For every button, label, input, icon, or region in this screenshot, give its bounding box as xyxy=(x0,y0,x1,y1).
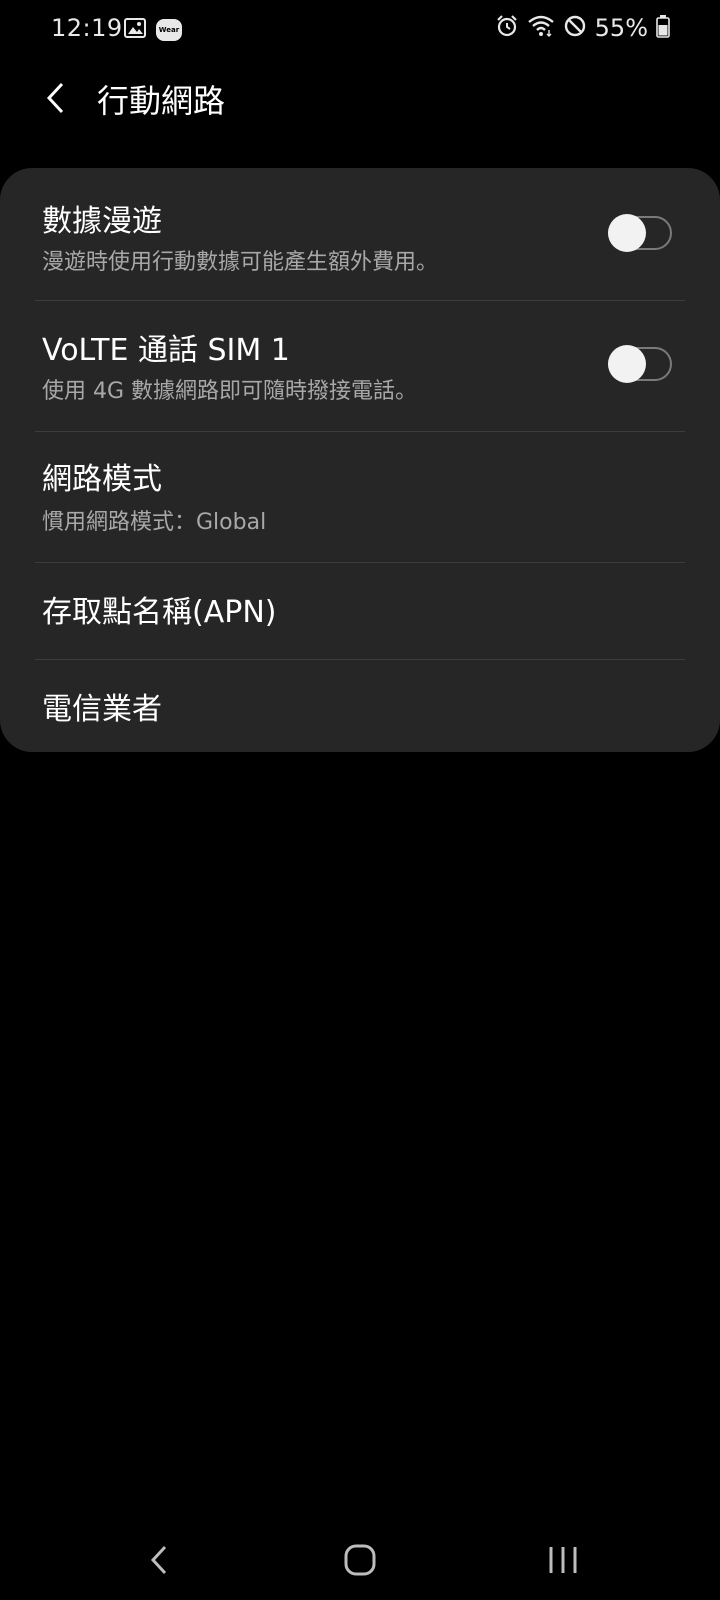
apn-title: 存取點名稱(APN) xyxy=(42,595,277,630)
nav-home-button[interactable] xyxy=(340,1540,380,1580)
apn-row[interactable]: 存取點名稱(APN) xyxy=(0,563,720,659)
volte-subtitle: 使用 4G 數據網路即可隨時撥接電話。 xyxy=(42,379,418,404)
navigation-bar xyxy=(0,1520,720,1600)
status-notification-icons: Wear xyxy=(124,18,182,42)
image-notification-icon xyxy=(124,18,146,42)
nav-back-icon xyxy=(150,1545,167,1575)
chevron-left-icon xyxy=(46,82,64,114)
status-time: 12:19 xyxy=(51,14,123,42)
carrier-row[interactable]: 電信業者 xyxy=(0,660,720,752)
data-roaming-subtitle: 漫遊時使用行動數據可能產生額外費用。 xyxy=(42,250,439,275)
toggle-knob xyxy=(608,345,646,383)
status-bar: 12:19 Wear 55% xyxy=(0,0,720,62)
wear-notification-icon: Wear xyxy=(156,19,182,41)
nav-recents-icon xyxy=(549,1547,577,1573)
data-roaming-toggle[interactable] xyxy=(608,214,672,252)
battery-level: 55% xyxy=(594,14,648,42)
network-mode-subtitle: 慣用網路模式：Global xyxy=(42,510,267,535)
volte-title: VoLTE 通話 SIM 1 xyxy=(42,333,290,368)
data-roaming-row[interactable]: 數據漫遊 漫遊時使用行動數據可能產生額外費用。 xyxy=(0,168,720,300)
status-system-icons: 55% xyxy=(495,14,670,42)
alarm-icon xyxy=(495,14,519,42)
network-mode-row[interactable]: 網路模式 慣用網路模式：Global xyxy=(0,432,720,562)
nav-recents-button[interactable] xyxy=(543,1540,583,1580)
volte-row[interactable]: VoLTE 通話 SIM 1 使用 4G 數據網路即可隨時撥接電話。 xyxy=(0,301,720,431)
page-title: 行動網路 xyxy=(97,82,226,120)
nav-back-button[interactable] xyxy=(139,1540,179,1580)
network-mode-title: 網路模式 xyxy=(42,462,162,497)
back-button[interactable] xyxy=(36,76,76,120)
wifi-icon xyxy=(527,14,555,42)
nav-home-icon xyxy=(344,1544,376,1576)
app-header: 行動網路 xyxy=(0,62,720,162)
volte-toggle[interactable] xyxy=(608,345,672,383)
battery-icon xyxy=(656,14,670,42)
data-roaming-title: 數據漫遊 xyxy=(42,204,162,239)
settings-card: 數據漫遊 漫遊時使用行動數據可能產生額外費用。 VoLTE 通話 SIM 1 使… xyxy=(0,168,720,752)
do-not-disturb-icon xyxy=(563,14,587,42)
carrier-title: 電信業者 xyxy=(42,692,162,727)
toggle-knob xyxy=(608,214,646,252)
